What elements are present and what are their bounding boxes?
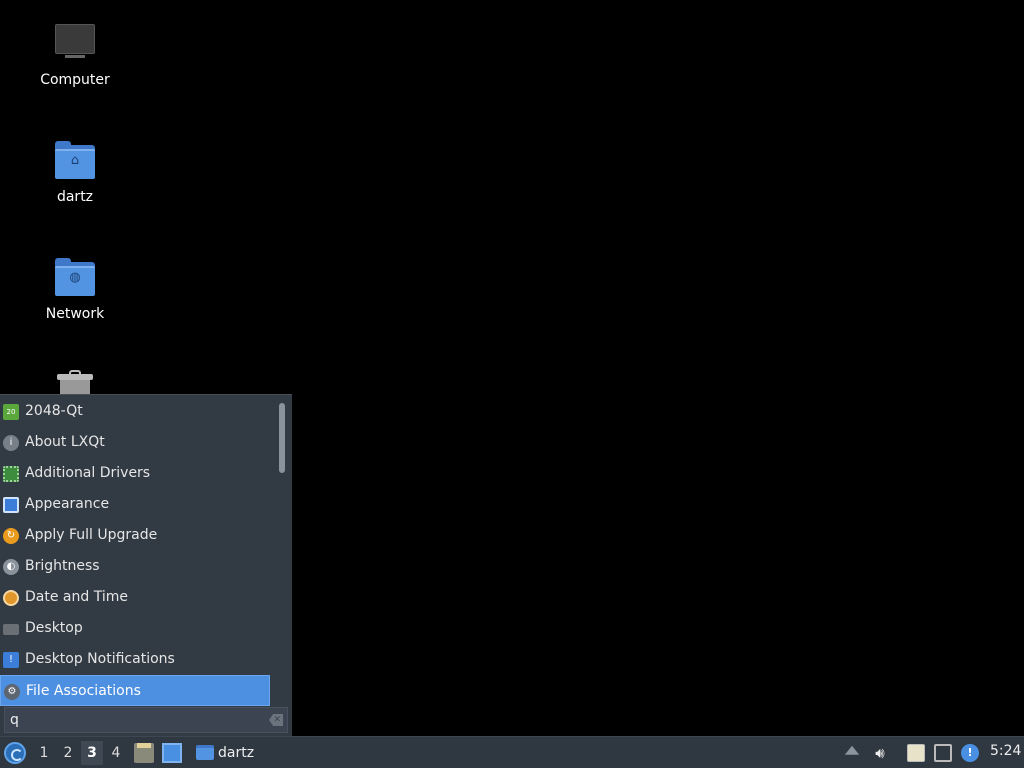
menu-item-apply-full-upgrade[interactable]: ↻ Apply Full Upgrade — [0, 520, 276, 551]
clock-icon — [3, 590, 19, 606]
show-desktop-icon[interactable] — [162, 743, 182, 763]
menu-item-label: Additional Drivers — [25, 465, 151, 481]
file-associations-icon: ⚙ — [4, 684, 20, 700]
brightness-icon: ◐ — [3, 559, 19, 575]
menu-item-label: Apply Full Upgrade — [25, 527, 158, 543]
menu-item-2048-qt[interactable]: 20 2048-Qt — [0, 396, 276, 427]
taskbar-window-label: dartz — [218, 745, 255, 761]
desktop-switch-4[interactable]: 4 — [105, 741, 127, 765]
desktop-switch-1[interactable]: 1 — [33, 741, 55, 765]
menu-search-input[interactable] — [10, 710, 250, 730]
menu-item-label: 2048-Qt — [25, 403, 83, 419]
file-manager-launcher-icon[interactable] — [134, 743, 154, 763]
menu-item-label: Appearance — [25, 496, 110, 512]
home-folder-icon: ⌂ — [53, 139, 97, 183]
desktop-icon-computer[interactable]: Computer — [30, 22, 120, 88]
upgrade-icon: ↻ — [3, 528, 19, 544]
folder-icon — [196, 745, 214, 760]
menu-scrollbar[interactable] — [279, 403, 285, 473]
menu-search-box: ✕ — [4, 707, 288, 733]
clear-search-icon[interactable]: ✕ — [269, 714, 283, 726]
desktop-icon-label: Computer — [40, 72, 110, 88]
desktop-icon-label: dartz — [56, 189, 94, 205]
volume-icon[interactable]: 🔊︎ — [871, 744, 889, 762]
game-2048-icon: 20 — [3, 404, 19, 420]
taskbar-window-dartz[interactable]: dartz — [194, 741, 254, 765]
clock[interactable]: 5:24 — [990, 743, 1021, 759]
notification-icon[interactable]: ! — [961, 744, 979, 762]
menu-item-label: Desktop — [25, 620, 83, 636]
start-menu-button[interactable] — [4, 742, 26, 764]
menu-list: 20 2048-Qt i About LXQt Additional Drive… — [0, 396, 276, 706]
menu-item-file-associations[interactable]: ⚙ File Associations — [0, 675, 270, 706]
menu-item-brightness[interactable]: ◐ Brightness — [0, 551, 276, 582]
network-icon[interactable] — [934, 744, 952, 762]
menu-item-label: About LXQt — [25, 434, 105, 450]
info-icon: i — [3, 435, 19, 451]
menu-item-label: Brightness — [25, 558, 100, 574]
computer-icon — [53, 22, 97, 66]
notification-icon: ! — [3, 652, 19, 668]
desktop-switch-2[interactable]: 2 — [57, 741, 79, 765]
menu-item-label: File Associations — [26, 683, 141, 699]
menu-item-label: Date and Time — [25, 589, 128, 605]
desktop-icon — [3, 624, 19, 635]
desktop-icon-dartz[interactable]: ⌂ dartz — [30, 139, 120, 205]
menu-item-about-lxqt[interactable]: i About LXQt — [0, 427, 276, 458]
appearance-icon — [3, 497, 19, 513]
desktop-switch-3[interactable]: 3 — [81, 741, 103, 765]
chip-icon — [3, 466, 19, 482]
desktop-icon-label: Network — [45, 306, 105, 322]
menu-item-date-and-time[interactable]: Date and Time — [0, 582, 276, 613]
menu-item-desktop[interactable]: Desktop — [0, 613, 276, 644]
taskbar: 1 2 3 4 dartz 🔊︎ ! 5:24 — [0, 736, 1024, 768]
menu-item-label: Desktop Notifications — [25, 651, 175, 667]
menu-item-appearance[interactable]: Appearance — [0, 489, 276, 520]
menu-item-desktop-notifications[interactable]: ! Desktop Notifications — [0, 644, 276, 675]
network-folder-icon: ◍ — [53, 256, 97, 300]
application-menu: 20 2048-Qt i About LXQt Additional Drive… — [0, 394, 292, 736]
clipboard-icon[interactable] — [907, 744, 925, 762]
menu-item-additional-drivers[interactable]: Additional Drivers — [0, 458, 276, 489]
eject-icon[interactable] — [844, 745, 860, 755]
desktop-icon-network[interactable]: ◍ Network — [30, 256, 120, 322]
